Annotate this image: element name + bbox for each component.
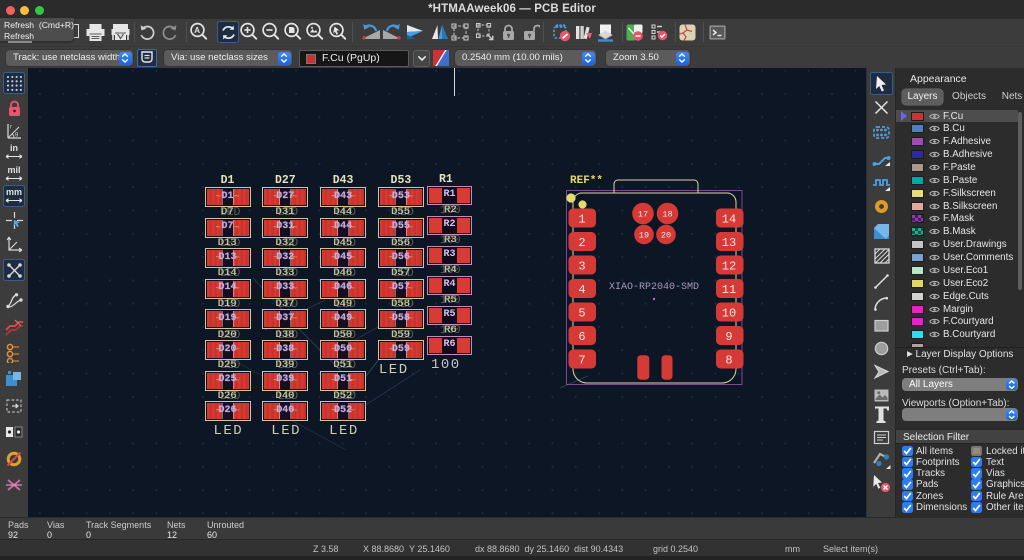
svg-text:18: 18 <box>662 210 672 220</box>
svg-text:11: 11 <box>722 283 736 297</box>
svg-text:7: 7 <box>578 354 585 368</box>
svg-text:5: 5 <box>578 307 585 321</box>
svg-text:10: 10 <box>722 307 736 321</box>
svg-text:2: 2 <box>578 236 585 250</box>
svg-text:in: in <box>10 143 18 153</box>
svg-text:r: r <box>10 124 12 130</box>
svg-text:4: 4 <box>578 283 585 297</box>
svg-text:13: 13 <box>722 236 736 250</box>
svg-text:20: 20 <box>661 231 671 241</box>
svg-text:12: 12 <box>722 260 736 274</box>
svg-text:1: 1 <box>578 213 585 227</box>
svg-text:mil: mil <box>7 165 20 175</box>
svg-text:A: A <box>194 26 200 35</box>
svg-text:3: 3 <box>578 260 585 274</box>
svg-text:17: 17 <box>638 210 648 220</box>
svg-text:6: 6 <box>578 330 585 344</box>
svg-text:9: 9 <box>725 330 732 344</box>
svg-text:XIAO-RP2040-SMD: XIAO-RP2040-SMD <box>609 282 699 293</box>
svg-text:mm: mm <box>6 187 22 197</box>
svg-text:14: 14 <box>722 213 736 227</box>
svg-text:8: 8 <box>725 354 732 368</box>
svg-text:REF**: REF** <box>570 175 603 187</box>
svg-text:19: 19 <box>639 231 649 241</box>
